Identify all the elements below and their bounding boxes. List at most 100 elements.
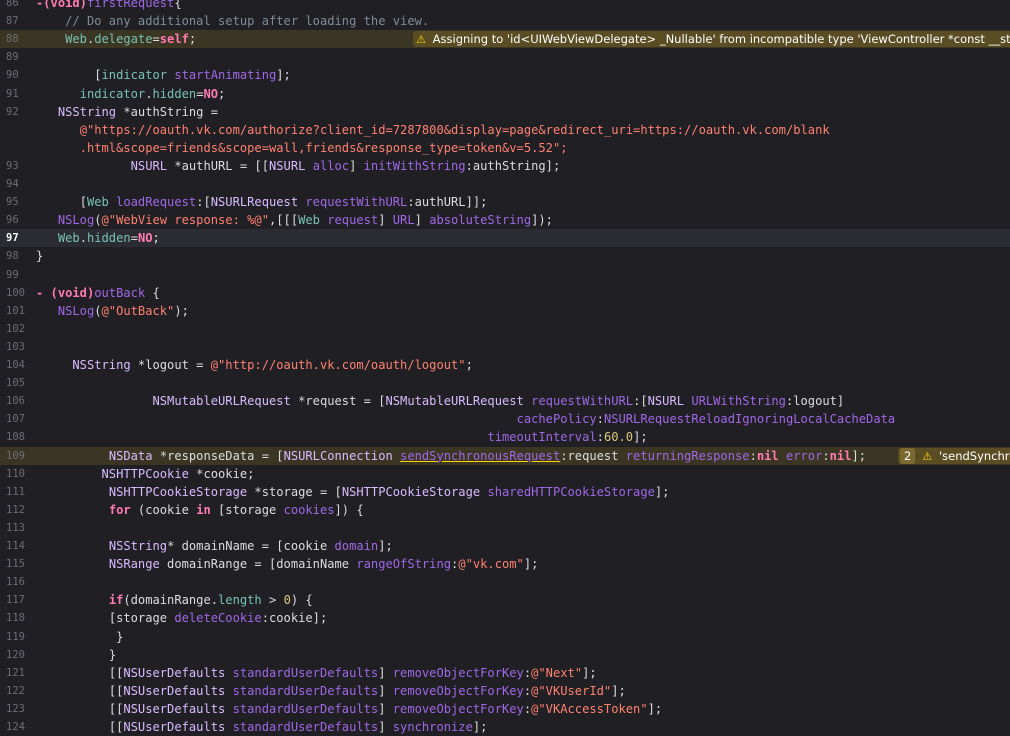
code-line[interactable]: 103 <box>0 338 1010 356</box>
code-token: NSHTTPCookieStorage <box>341 484 481 499</box>
code-token: ]; <box>654 484 670 499</box>
code-line[interactable]: 107 cachePolicy:NSURLRequestReloadIgnori… <box>0 410 1010 428</box>
code-text[interactable]: NSRange domainRange = [domainName rangeO… <box>36 555 539 573</box>
code-token: self <box>159 32 189 47</box>
code-line[interactable]: 89 <box>0 48 1010 66</box>
code-token: NSURL <box>269 158 306 173</box>
code-line[interactable]: 93 NSURL *authURL = [[NSURL alloc] initW… <box>0 157 1010 175</box>
code-text[interactable]: NSLog(@"WebView response: %@",[[[Web req… <box>36 211 553 229</box>
code-line[interactable]: 116 <box>0 573 1010 591</box>
line-number: 115 <box>6 558 25 571</box>
code-line[interactable]: .html&scope=friends&scope=wall,friends&r… <box>0 139 1010 157</box>
line-number: 93 <box>6 159 19 172</box>
code-text[interactable]: for (cookie in [storage cookies]) { <box>36 501 364 519</box>
code-text[interactable]: [storage deleteCookie:cookie]; <box>36 609 327 627</box>
code-token: ; <box>152 231 160 246</box>
code-token: *authString = <box>116 104 219 119</box>
line-number: 111 <box>6 485 25 498</box>
code-text[interactable]: NSData *responseData = [NSURLConnection … <box>36 447 866 465</box>
code-text[interactable]: Web.hidden=NO; <box>36 229 160 247</box>
code-token: NSMutableURLRequest <box>152 394 291 409</box>
code-token: [ <box>94 68 102 83</box>
code-line[interactable]: 117 if(domainRange.length > 0) { <box>0 591 1010 609</box>
code-line[interactable]: 119 } <box>0 628 1010 646</box>
code-line[interactable]: 124 [[NSUserDefaults standardUserDefault… <box>0 718 1010 736</box>
code-text[interactable]: - (void)outBack { <box>36 284 160 302</box>
code-line[interactable]: 102 <box>0 320 1010 338</box>
code-line[interactable]: 101 NSLog(@"OutBack"); <box>0 302 1010 320</box>
code-text[interactable]: timeoutInterval:60.0]; <box>36 428 647 446</box>
code-line[interactable]: 118 [storage deleteCookie:cookie]; <box>0 609 1010 627</box>
line-number: 105 <box>6 377 25 390</box>
code-text[interactable]: [[NSUserDefaults standardUserDefaults] r… <box>36 700 662 718</box>
code-line[interactable]: 110 NSHTTPCookie *cookie; <box>0 465 1010 483</box>
code-line[interactable]: 122 [[NSUserDefaults standardUserDefault… <box>0 682 1010 700</box>
code-text[interactable]: cachePolicy:NSURLRequestReloadIgnoringLo… <box>36 410 896 428</box>
code-line[interactable]: 114 NSString* domainName = [cookie domai… <box>0 537 1010 555</box>
code-text[interactable]: NSHTTPCookie *cookie; <box>36 465 255 483</box>
code-text[interactable]: } <box>36 646 116 664</box>
code-line[interactable]: 97 Web.hidden=NO; <box>0 229 1010 248</box>
code-text[interactable]: NSLog(@"OutBack"); <box>36 302 189 320</box>
code-line[interactable]: 112 for (cookie in [storage cookies]) { <box>0 501 1010 519</box>
code-token: NSUserDefaults <box>123 683 226 698</box>
code-token: loadRequest <box>116 195 197 210</box>
code-text[interactable]: -(void)firstRequest{ <box>36 0 182 12</box>
code-text[interactable]: indicator.hidden=NO; <box>36 85 226 103</box>
code-text[interactable]: Web.delegate=self; <box>36 30 196 48</box>
code-line[interactable]: 104 NSString *logout = @"http://oauth.vk… <box>0 356 1010 374</box>
code-line[interactable]: 95 [Web loadRequest:[NSURLRequest reques… <box>0 193 1010 211</box>
code-editor[interactable]: 86 -(void)firstRequest{87 // Do any addit… <box>0 0 1010 734</box>
code-line[interactable]: 90 [indicator startAnimating]; <box>0 66 1010 84</box>
code-text[interactable]: NSString* domainName = [cookie domain]; <box>36 537 393 555</box>
code-token: ] <box>349 158 364 173</box>
code-text[interactable]: [[NSUserDefaults standardUserDefaults] r… <box>36 682 626 700</box>
code-line[interactable]: 121 [[NSUserDefaults standardUserDefault… <box>0 664 1010 682</box>
code-token: ( <box>94 303 102 318</box>
code-text[interactable]: [indicator startAnimating]; <box>36 66 291 84</box>
code-text[interactable]: NSString *logout = @"http://oauth.vk.com… <box>36 356 472 374</box>
code-line[interactable]: 115 NSRange domainRange = [domainName ra… <box>0 555 1010 573</box>
code-text[interactable]: NSMutableURLRequest *request = [NSMutabl… <box>36 392 845 410</box>
code-line[interactable]: 123 [[NSUserDefaults standardUserDefault… <box>0 700 1010 718</box>
code-line[interactable]: 111 NSHTTPCookieStorage *storage = [NSHT… <box>0 483 1010 501</box>
code-line[interactable]: 99 <box>0 266 1010 284</box>
code-line[interactable]: 94 <box>0 175 1010 193</box>
code-line[interactable]: @"https://oauth.vk.com/authorize?client_… <box>0 121 1010 139</box>
code-line[interactable]: 91 indicator.hidden=NO; <box>0 85 1010 103</box>
code-text[interactable]: [Web loadRequest:[NSURLRequest requestWi… <box>36 193 488 211</box>
code-line[interactable]: 105 <box>0 374 1010 392</box>
code-line[interactable]: 113 <box>0 519 1010 537</box>
issue-count-badge: 2 <box>900 447 916 464</box>
code-text[interactable]: NSURL *authURL = [[NSURL alloc] initWith… <box>36 157 561 175</box>
warning-annotation[interactable]: 2 ⚠ 'sendSynchro <box>898 447 1010 464</box>
code-text[interactable]: .html&scope=friends&scope=wall,friends&r… <box>36 139 568 157</box>
code-text[interactable]: } <box>36 628 123 646</box>
code-text[interactable]: [[NSUserDefaults standardUserDefaults] r… <box>36 664 597 682</box>
code-text[interactable]: // Do any additional setup after loading… <box>36 12 429 30</box>
code-line[interactable]: 88 Web.delegate=self; ⚠ Assigning to 'id<… <box>0 30 1010 49</box>
code-token: standardUserDefaults <box>232 683 379 698</box>
code-line[interactable]: 92 NSString *authString = <box>0 103 1010 121</box>
code-line[interactable]: 106 NSMutableURLRequest *request = [NSMu… <box>0 392 1010 410</box>
code-text[interactable]: } <box>36 247 43 265</box>
code-line[interactable]: 109 NSData *responseData = [NSURLConnect… <box>0 446 1010 465</box>
code-text[interactable]: NSString *authString = <box>36 103 218 121</box>
warning-annotation[interactable]: ⚠ Assigning to 'id<UIWebViewDelegate> _N… <box>413 31 1010 48</box>
code-line[interactable]: 120 } <box>0 646 1010 664</box>
code-line[interactable]: 108 timeoutInterval:60.0]; <box>0 428 1010 446</box>
code-line[interactable]: 100 - (void)outBack { <box>0 284 1010 302</box>
code-text[interactable]: if(domainRange.length > 0) { <box>36 591 313 609</box>
code-text[interactable]: NSHTTPCookieStorage *storage = [NSHTTPCo… <box>36 483 670 501</box>
code-line[interactable]: 96 NSLog(@"WebView response: %@",[[[Web … <box>0 211 1010 229</box>
code-line[interactable]: 98} <box>0 247 1010 265</box>
code-text[interactable]: [[NSUserDefaults standardUserDefaults] s… <box>36 718 488 736</box>
code-text[interactable]: @"https://oauth.vk.com/authorize?client_… <box>36 121 830 139</box>
code-token: :[ <box>633 394 648 409</box>
code-line[interactable]: 87 // Do any additional setup after load… <box>0 12 1010 30</box>
code-line[interactable]: 86 -(void)firstRequest{ <box>0 0 1010 12</box>
